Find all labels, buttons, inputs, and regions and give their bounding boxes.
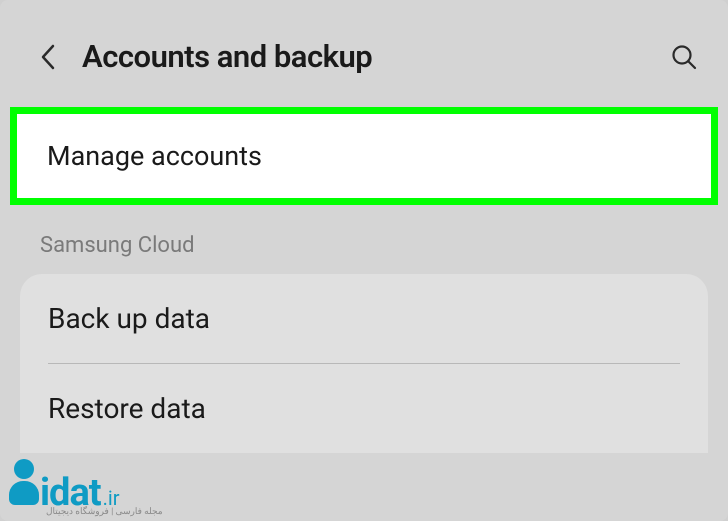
section-samsung-cloud-label: Samsung Cloud — [10, 219, 718, 268]
search-icon[interactable] — [670, 43, 698, 71]
manage-accounts-item[interactable]: Manage accounts — [17, 114, 711, 198]
samsung-cloud-card: Back up data Restore data — [20, 274, 708, 453]
header-bar: Accounts and backup — [10, 10, 718, 103]
restore-data-item[interactable]: Restore data — [20, 364, 708, 453]
page-title: Accounts and backup — [82, 38, 650, 75]
settings-screen: Accounts and backup Manage accounts Sams… — [0, 0, 728, 521]
back-icon[interactable] — [36, 45, 60, 69]
backup-data-item[interactable]: Back up data — [20, 274, 708, 363]
highlighted-option: Manage accounts — [10, 107, 718, 205]
